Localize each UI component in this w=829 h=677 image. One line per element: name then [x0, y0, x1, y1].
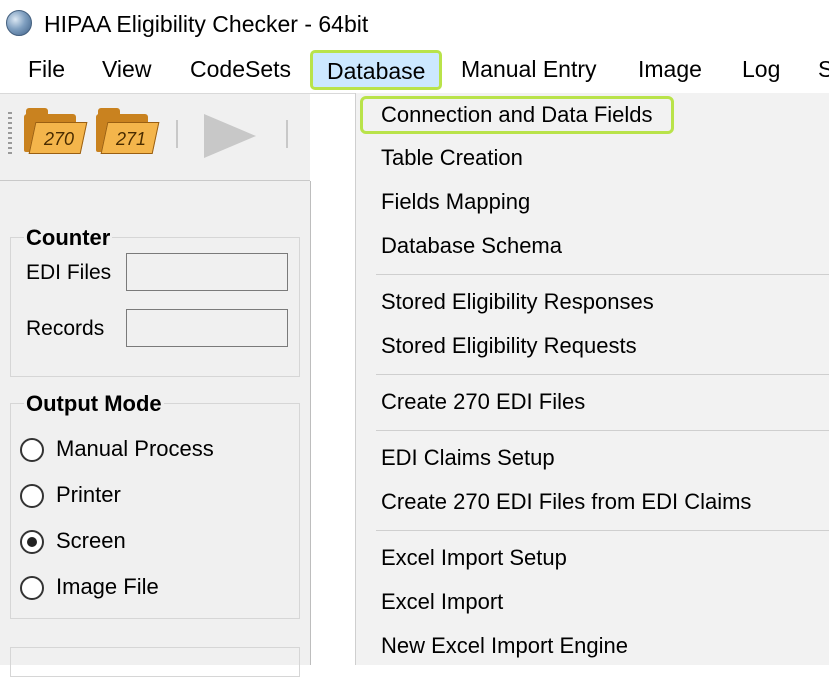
radio-printer[interactable]: Printer [20, 480, 121, 510]
menu-connection-and-data-fields[interactable]: Connection and Data Fields [360, 96, 674, 134]
lower-group [10, 647, 300, 677]
menu-manual-entry[interactable]: Manual Entry [461, 46, 597, 93]
menu-create-270-from-edi-claims[interactable]: Create 270 EDI Files from EDI Claims [381, 482, 751, 522]
menu-new-excel-import-engine[interactable]: New Excel Import Engine [381, 626, 628, 666]
menu-separator [376, 430, 829, 431]
toolbar-grip[interactable] [8, 112, 12, 154]
records-field [126, 309, 288, 347]
toolbar: 270 271 [0, 94, 310, 181]
menu-log[interactable]: Log [742, 46, 780, 93]
app-globe-icon [6, 10, 32, 36]
menu-stored-eligibility-responses[interactable]: Stored Eligibility Responses [381, 282, 654, 322]
menu-edi-claims-setup[interactable]: EDI Claims Setup [381, 438, 555, 478]
menu-database-schema[interactable]: Database Schema [381, 226, 562, 266]
edi-files-field [126, 253, 288, 291]
radio-button-icon[interactable] [20, 484, 44, 509]
menu-bar: File View CodeSets Database Manual Entry… [0, 46, 829, 94]
window-title: HIPAA Eligibility Checker - 64bit [44, 11, 369, 37]
radio-button-checked-icon[interactable] [20, 530, 44, 555]
play-icon[interactable] [204, 114, 256, 158]
counter-title: Counter [24, 225, 113, 251]
menu-create-270-edi-files[interactable]: Create 270 EDI Files [381, 382, 585, 422]
title-bar: HIPAA Eligibility Checker - 64bit [0, 0, 829, 46]
folder-270-label: 270 [43, 129, 75, 149]
radio-image-file[interactable]: Image File [20, 572, 159, 602]
edi-files-label: EDI Files [26, 261, 112, 284]
radio-manual-process[interactable]: Manual Process [20, 434, 214, 464]
toolbar-separator [286, 120, 288, 148]
menu-image[interactable]: Image [638, 46, 702, 93]
menu-overflow[interactable]: S [818, 46, 829, 93]
toolbar-separator [176, 120, 178, 148]
menu-database[interactable]: Database [310, 50, 443, 90]
folder-271-label: 271 [115, 129, 147, 149]
menu-stored-eligibility-requests[interactable]: Stored Eligibility Requests [381, 326, 637, 366]
open-270-folder-button[interactable]: 270 [24, 108, 88, 154]
database-dropdown-menu: Connection and Data Fields Table Creatio… [355, 93, 829, 665]
menu-table-creation[interactable]: Table Creation [381, 138, 523, 178]
radio-screen[interactable]: Screen [20, 526, 126, 556]
menu-fields-mapping[interactable]: Fields Mapping [381, 182, 530, 222]
menu-excel-import[interactable]: Excel Import [381, 582, 503, 622]
radio-button-icon[interactable] [20, 576, 44, 601]
menu-separator [376, 274, 829, 275]
menu-file[interactable]: File [28, 46, 65, 93]
left-panel: Counter EDI Files Records Output Mode Ma… [0, 181, 311, 677]
menu-separator [376, 530, 829, 531]
menu-codesets[interactable]: CodeSets [190, 46, 291, 93]
menu-separator [376, 374, 829, 375]
radio-button-icon[interactable] [20, 438, 44, 463]
open-271-folder-button[interactable]: 271 [96, 108, 160, 154]
menu-view[interactable]: View [102, 46, 151, 93]
output-mode-title: Output Mode [24, 391, 164, 417]
menu-excel-import-setup[interactable]: Excel Import Setup [381, 538, 567, 578]
records-label: Records [26, 317, 105, 340]
